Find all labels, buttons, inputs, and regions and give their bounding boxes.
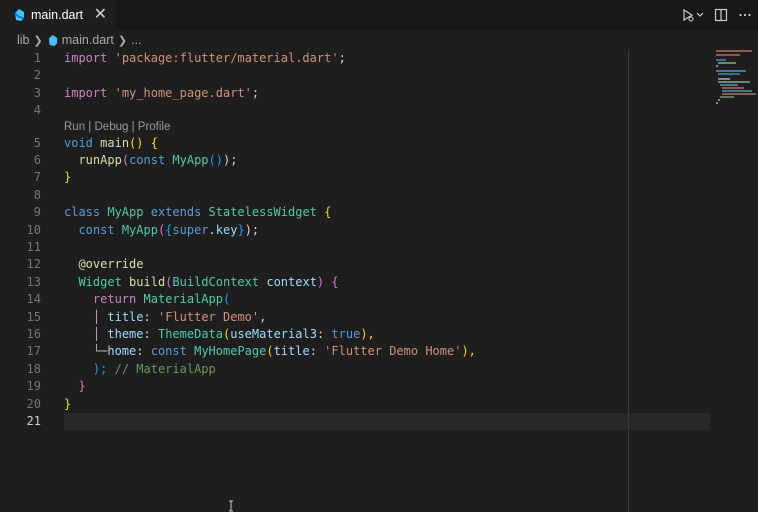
line-number: 12 xyxy=(26,257,41,272)
code-line-5: void main() { xyxy=(64,135,158,150)
line-number: 16 xyxy=(26,326,41,341)
code-line-19: } xyxy=(78,379,86,394)
codelens-debug[interactable]: Debug xyxy=(95,121,129,133)
codelens-run[interactable]: Run xyxy=(64,121,85,133)
code-line-14: return MaterialApp( xyxy=(92,292,231,307)
line-number: 5 xyxy=(33,135,41,150)
codelens: Run | Debug | Profile xyxy=(64,119,170,136)
line-number: 18 xyxy=(26,361,41,376)
dart-icon xyxy=(14,9,25,21)
code-line-9: class MyApp extends StatelessWidget { xyxy=(64,205,332,220)
codelens-separator: | xyxy=(85,121,95,133)
code-editor[interactable]: 1 2 3 4 5 6 7 8 9 10 11 12 13 14 15 16 1… xyxy=(0,50,758,512)
split-editor-icon[interactable] xyxy=(714,8,728,22)
tab-label: main.dart xyxy=(31,8,84,22)
breadcrumb-folder[interactable]: lib xyxy=(17,33,30,47)
code-line-12: @override xyxy=(78,257,144,272)
run-debug-icon[interactable] xyxy=(682,8,704,22)
code-line-10: const MyApp({super.key}); xyxy=(78,222,260,237)
line-number: 2 xyxy=(33,68,41,83)
code-line-18: ); // MaterialApp xyxy=(92,361,216,376)
line-number: 4 xyxy=(33,103,41,118)
code-line-16: │ theme: ThemeData(useMaterial3: true), xyxy=(92,326,375,341)
editor-actions xyxy=(682,0,758,30)
more-actions-icon[interactable] xyxy=(738,8,752,22)
code-line-17: └─home: const MyHomePage(title: 'Flutter… xyxy=(92,344,476,359)
codelens-separator: | xyxy=(128,121,138,133)
code-line-13: Widget build(BuildContext context) { xyxy=(78,274,339,289)
breadcrumb: lib ❯ main.dart ❯ ... xyxy=(0,30,758,50)
line-number: 9 xyxy=(33,205,41,220)
minimap[interactable] xyxy=(716,50,756,110)
codelens-profile[interactable]: Profile xyxy=(138,121,171,133)
chevron-right-icon: ❯ xyxy=(117,34,128,47)
line-number: 20 xyxy=(26,396,41,411)
current-line-highlight xyxy=(64,413,710,430)
text-cursor-icon xyxy=(229,500,233,512)
line-number: 3 xyxy=(33,85,41,100)
code-line-3: import 'my_home_page.dart'; xyxy=(64,85,260,100)
code-line-15: │ title: 'Flutter Demo', xyxy=(92,309,267,324)
line-number: 15 xyxy=(26,309,41,324)
breadcrumb-file-label: main.dart xyxy=(61,33,114,47)
breadcrumb-symbols[interactable]: ... xyxy=(131,33,141,47)
breadcrumb-file[interactable]: main.dart xyxy=(47,33,114,47)
tab-bar: main.dart ✕ xyxy=(0,0,758,30)
close-icon[interactable]: ✕ xyxy=(94,6,107,22)
line-number: 11 xyxy=(26,239,41,254)
line-number: 1 xyxy=(33,51,41,65)
line-number: 6 xyxy=(33,152,41,167)
tab-main-dart[interactable]: main.dart ✕ xyxy=(0,0,116,30)
code-line-7: } xyxy=(64,170,72,185)
line-number: 13 xyxy=(26,274,41,289)
line-number-active: 21 xyxy=(26,413,41,428)
dart-icon xyxy=(48,34,57,46)
line-number: 19 xyxy=(26,379,41,394)
line-number: 7 xyxy=(33,170,41,185)
line-number: 10 xyxy=(26,222,41,237)
vertical-ruler xyxy=(628,50,629,512)
line-number: 17 xyxy=(26,344,41,359)
code-line-20: } xyxy=(64,396,72,411)
chevron-right-icon: ❯ xyxy=(33,34,43,47)
code-line-6: runApp(const MyApp()); xyxy=(78,152,238,167)
line-number: 8 xyxy=(33,187,41,202)
line-number: 14 xyxy=(26,292,41,307)
code-line-1: import 'package:flutter/material.dart'; xyxy=(64,51,346,65)
